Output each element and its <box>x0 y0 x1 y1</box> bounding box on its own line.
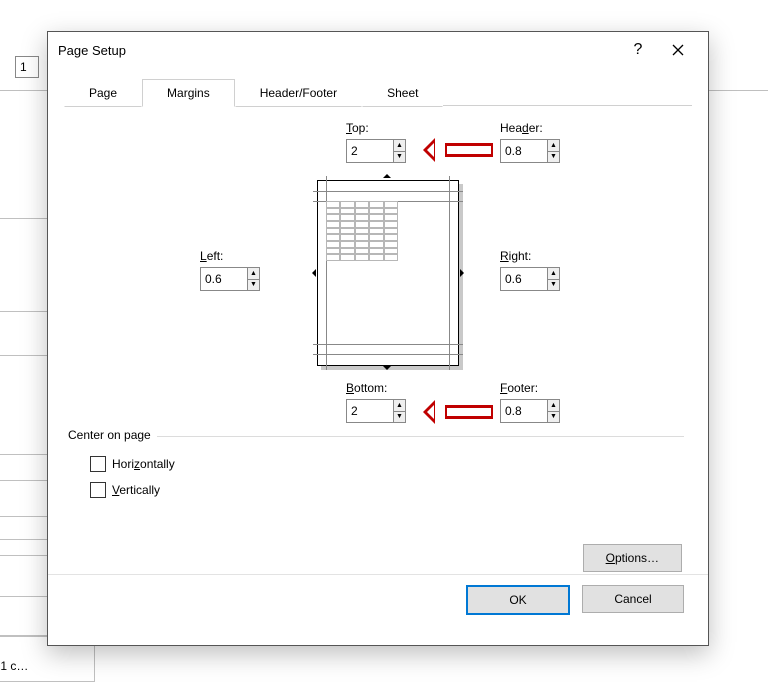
tab-sheet[interactable]: Sheet <box>362 79 443 107</box>
close-button[interactable] <box>658 35 698 65</box>
center-horizontally-label: Horizontally <box>112 457 175 471</box>
bottom-spinner[interactable]: ▲▼ <box>346 399 406 423</box>
spin-down-icon[interactable]: ▼ <box>248 280 259 291</box>
dialog-footer: OK Cancel <box>48 574 708 645</box>
spin-up-icon[interactable]: ▲ <box>248 268 259 280</box>
help-button[interactable]: ? <box>618 35 658 65</box>
spin-up-icon[interactable]: ▲ <box>394 400 405 412</box>
tab-page[interactable]: Page <box>64 79 142 107</box>
checkbox-icon <box>90 482 106 498</box>
center-on-page-group: Center on page <box>68 436 684 437</box>
margins-preview <box>317 180 459 366</box>
top-spinner[interactable]: ▲▼ <box>346 139 406 163</box>
left-margin-group: Left: ▲▼ <box>200 249 260 291</box>
bottom-input[interactable] <box>347 400 393 422</box>
checkbox-icon <box>90 456 106 472</box>
top-margin-group: Top: ▲▼ <box>346 121 406 163</box>
center-vertically-checkbox[interactable]: Vertically <box>90 482 160 498</box>
annotation-arrow-top <box>423 139 493 161</box>
close-icon <box>672 44 684 56</box>
spin-down-icon[interactable]: ▼ <box>548 412 559 423</box>
dialog-title: Page Setup <box>58 43 126 58</box>
annotation-arrow-bottom <box>423 401 493 423</box>
left-input[interactable] <box>201 268 247 290</box>
spin-down-icon[interactable]: ▼ <box>394 412 405 423</box>
tabstrip: Page Margins Header/Footer Sheet <box>48 68 708 106</box>
footer-margin-group: Footer: ▲▼ <box>500 381 560 423</box>
left-label: Left: <box>200 249 260 263</box>
page-setup-dialog: Page Setup ? Page Margins Header/Footer … <box>47 31 709 646</box>
spin-up-icon[interactable]: ▲ <box>548 400 559 412</box>
marker-left-icon <box>308 269 316 277</box>
top-input[interactable] <box>347 140 393 162</box>
center-vertically-label: Vertically <box>112 483 160 497</box>
ok-button[interactable]: OK <box>466 585 570 615</box>
tab-header-footer[interactable]: Header/Footer <box>235 79 362 107</box>
header-input[interactable] <box>501 140 547 162</box>
right-margin-group: Right: ▲▼ <box>500 249 560 291</box>
right-label: Right: <box>500 249 560 263</box>
right-spinner[interactable]: ▲▼ <box>500 267 560 291</box>
center-on-page-label: Center on page <box>68 428 157 442</box>
spin-up-icon[interactable]: ▲ <box>394 140 405 152</box>
spin-down-icon[interactable]: ▼ <box>548 152 559 163</box>
dialog-body: Top: ▲▼ Header: ▲▼ Left: ▲▼ Right: <box>48 106 708 574</box>
tab-margins[interactable]: Margins <box>142 79 235 107</box>
marker-right-icon <box>460 269 468 277</box>
copies-input[interactable]: 1 <box>15 56 39 78</box>
bottom-margin-group: Bottom: ▲▼ <box>346 381 406 423</box>
top-label: Top: <box>346 121 406 135</box>
options-button[interactable]: Options… <box>583 544 682 572</box>
header-label: Header: <box>500 121 560 135</box>
marker-bottom-icon <box>383 366 391 374</box>
spin-down-icon[interactable]: ▼ <box>394 152 405 163</box>
titlebar: Page Setup ? <box>48 32 708 68</box>
footer-spinner[interactable]: ▲▼ <box>500 399 560 423</box>
header-margin-group: Header: ▲▼ <box>500 121 560 163</box>
margins-label-2: ottom: 1.91 c… <box>0 659 88 673</box>
spin-up-icon[interactable]: ▲ <box>548 140 559 152</box>
left-spinner[interactable]: ▲▼ <box>200 267 260 291</box>
center-horizontally-checkbox[interactable]: Horizontally <box>90 456 175 472</box>
header-spinner[interactable]: ▲▼ <box>500 139 560 163</box>
right-input[interactable] <box>501 268 547 290</box>
spin-up-icon[interactable]: ▲ <box>548 268 559 280</box>
footer-input[interactable] <box>501 400 547 422</box>
footer-label: Footer: <box>500 381 560 395</box>
cancel-button[interactable]: Cancel <box>582 585 684 613</box>
spin-down-icon[interactable]: ▼ <box>548 280 559 291</box>
bottom-label: Bottom: <box>346 381 406 395</box>
marker-top-icon <box>383 170 391 178</box>
